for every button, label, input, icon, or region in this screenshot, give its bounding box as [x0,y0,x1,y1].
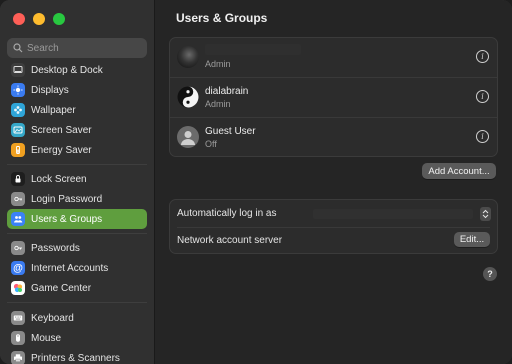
sidebar-item-login-password[interactable]: Login Password [7,189,147,209]
auto-login-select[interactable] [480,207,491,221]
keyboard-icon [11,311,25,325]
close-button[interactable] [13,13,25,25]
sidebar-item-label: Users & Groups [31,213,103,225]
auto-login-row: Automatically log in as [170,200,497,228]
sidebar-item-displays[interactable]: Displays [7,80,147,100]
settings-window: Desktop & Dock Displays Wallpaper Screen… [0,0,512,364]
lock-icon [11,172,25,186]
network-server-row: Network account server Edit... [170,227,497,255]
dock-icon [11,63,25,77]
user-role: Off [205,139,217,149]
window-controls [13,13,65,25]
auto-login-value [313,209,473,219]
main-content: Users & Groups Admin i dialabrain Admin … [155,0,512,364]
photo-avatar [177,46,199,68]
sidebar-item-lock-screen[interactable]: Lock Screen [7,169,147,189]
sidebar-item-label: Mouse [31,332,62,344]
info-icon[interactable]: i [476,130,489,143]
sidebar-item-label: Internet Accounts [31,262,109,274]
sidebar-item-wallpaper[interactable]: Wallpaper [7,100,147,120]
zoom-button[interactable] [53,13,65,25]
sidebar-item-mouse[interactable]: Mouse [7,328,147,348]
sidebar-item-label: Game Center [31,282,92,294]
game-center-icon [11,281,25,295]
auto-login-label: Automatically log in as [177,208,277,219]
sidebar: Desktop & Dock Displays Wallpaper Screen… [0,0,155,364]
user-row[interactable]: dialabrain Admin i [170,77,497,117]
sidebar-item-screen-saver[interactable]: Screen Saver [7,120,147,140]
sidebar-item-label: Lock Screen [31,173,87,185]
printer-icon [11,351,25,364]
sidebar-item-keyboard[interactable]: Keyboard [7,308,147,328]
sidebar-item-users-groups[interactable]: Users & Groups [7,209,147,229]
network-server-label: Network account server [177,235,283,246]
sidebar-item-label: Desktop & Dock [31,64,103,76]
yin-yang-avatar [177,86,199,108]
login-settings: Automatically log in as Network account … [169,199,498,254]
display-icon [11,83,25,97]
at-icon: @ [11,261,25,275]
sidebar-divider [7,233,147,234]
add-account-button[interactable]: Add Account... [422,163,496,179]
search-input[interactable] [27,42,137,54]
mouse-icon [11,331,25,345]
sidebar-item-label: Printers & Scanners [31,352,120,364]
sidebar-divider [7,302,147,303]
user-row[interactable]: Guest User Off i [170,117,497,157]
sidebar-item-label: Screen Saver [31,124,92,136]
sidebar-item-internet-accounts[interactable]: @ Internet Accounts [7,258,147,278]
password-key-icon [11,241,25,255]
sidebar-item-printers-scanners[interactable]: Printers & Scanners [7,348,147,364]
chevron-updown-icon [482,209,489,219]
sidebar-item-label: Keyboard [31,312,74,324]
user-row[interactable]: Admin i [170,38,497,77]
info-icon[interactable]: i [476,50,489,63]
edit-button[interactable]: Edit... [454,232,490,247]
sidebar-item-game-center[interactable]: Game Center [7,278,147,298]
info-icon[interactable]: i [476,90,489,103]
sidebar-item-label: Login Password [31,193,103,205]
key-icon [11,192,25,206]
sidebar-item-label: Passwords [31,242,80,254]
user-name: Guest User [205,126,256,137]
wallpaper-icon [11,103,25,117]
user-name: dialabrain [205,86,249,97]
energy-icon [11,143,25,157]
generic-person-avatar [177,126,199,148]
sidebar-divider [7,164,147,165]
users-list: Admin i dialabrain Admin i Guest User Of… [169,37,498,157]
page-title: Users & Groups [176,11,268,25]
redacted-name [205,44,301,55]
search-field[interactable] [7,38,147,58]
sidebar-item-label: Wallpaper [31,104,76,116]
sidebar-item-desktop-dock[interactable]: Desktop & Dock [7,60,147,80]
minimize-button[interactable] [33,13,45,25]
search-icon [13,43,23,53]
sidebar-item-label: Displays [31,84,69,96]
screensaver-icon [11,123,25,137]
help-button[interactable]: ? [483,267,497,281]
user-role: Admin [205,99,231,109]
sidebar-item-passwords[interactable]: Passwords [7,238,147,258]
user-role: Admin [205,59,231,69]
users-icon [11,212,25,226]
sidebar-item-energy-saver[interactable]: Energy Saver [7,140,147,160]
sidebar-item-label: Energy Saver [31,144,92,156]
